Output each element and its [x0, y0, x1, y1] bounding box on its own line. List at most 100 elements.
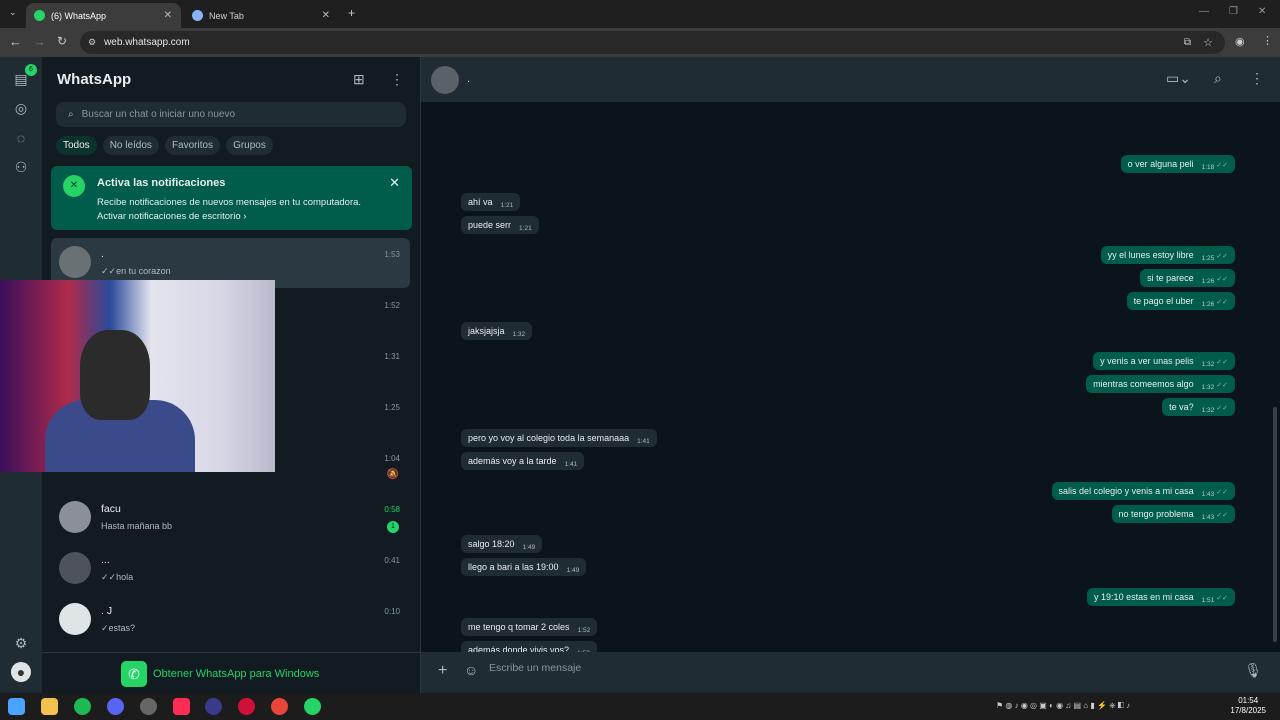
message-text: y 19:10 estas en mi casa	[1094, 592, 1194, 602]
video-call-icon[interactable]: ▭⌄	[1166, 70, 1191, 87]
whatsapp-taskbar-icon[interactable]	[304, 698, 321, 715]
outgoing-message[interactable]: salis del colegio y venis a mi casa 1:43 ✓…	[1051, 482, 1235, 500]
profile-avatar[interactable]: ●	[11, 662, 31, 682]
forward-icon[interactable]: →	[33, 34, 46, 49]
clock[interactable]: 01:54 17/8/2025	[1230, 696, 1266, 716]
minimize-icon[interactable]: —	[1199, 6, 1209, 17]
incoming-message[interactable]: llego a bari a las 19:00 1:49	[461, 558, 587, 576]
outgoing-message[interactable]: o ver alguna peli 1:18 ✓✓	[1120, 155, 1235, 173]
site-info-icon[interactable]: ⚙	[88, 37, 96, 48]
message-text: si te parece	[1147, 273, 1194, 283]
app-icon[interactable]	[107, 698, 124, 715]
outgoing-message[interactable]: te va? 1:32 ✓✓	[1162, 398, 1235, 416]
message-time: 1:18	[1201, 164, 1215, 171]
tab-whatsapp[interactable]: (6) WhatsApp ✕	[26, 3, 181, 28]
chrome-icon[interactable]	[271, 698, 288, 715]
enable-notifications-link[interactable]: Activar notificaciones de escritorio ›	[97, 211, 246, 222]
unread-badge: 6	[25, 64, 37, 76]
outgoing-message[interactable]: no tengo problema 1:43 ✓✓	[1111, 505, 1235, 523]
outgoing-message[interactable]: mientras comeemos algo 1:32 ✓✓	[1086, 375, 1235, 393]
incoming-message[interactable]: jaksjajsja 1:32	[461, 322, 533, 340]
bell-off-icon: ✕	[63, 175, 85, 197]
reload-icon[interactable]: ↻	[57, 34, 67, 48]
close-window-icon[interactable]: ✕	[1258, 6, 1266, 17]
chat-time: 1:53	[384, 250, 400, 259]
bookmark-star-icon[interactable]: ☆	[1203, 36, 1213, 49]
close-banner-icon[interactable]: ✕	[389, 175, 400, 191]
chat-row[interactable]: facu Hasta mañana bb 0:58 1	[51, 493, 410, 543]
message-time: 1:52	[577, 627, 591, 634]
system-tray-icons[interactable]: ⚑ ◍ ♪ ◉ ◎ ▣ ◐ ◉ ♫ ▤ ⌂ ▮ ⚡ ⎈ ◧ ♪	[996, 701, 1130, 711]
incoming-message[interactable]: además voy a la tarde 1:41	[461, 452, 585, 470]
message-time: 1:32	[1201, 361, 1215, 368]
browser-menu-icon[interactable]: ⋮	[1262, 34, 1273, 47]
settings-icon[interactable]: ⚙	[11, 633, 31, 653]
conversation-header[interactable]: . ▭⌄ ⌕ ⋮	[421, 57, 1280, 102]
outgoing-message[interactable]: y venis a ver unas pelis 1:32 ✓✓	[1093, 352, 1235, 370]
incoming-message[interactable]: salgo 18:20 1:49	[461, 535, 543, 553]
file-explorer-icon[interactable]	[41, 698, 58, 715]
channels-icon[interactable]: ◌	[11, 128, 31, 148]
message-input[interactable]: Escribe un mensaje	[489, 662, 581, 674]
outgoing-message[interactable]: te pago el uber 1:26 ✓✓	[1126, 292, 1235, 310]
chat-row[interactable]: ... ✓✓hola 0:41	[51, 544, 410, 594]
opera-gx-icon[interactable]	[238, 698, 255, 715]
back-icon[interactable]: ←	[9, 34, 22, 49]
windows-start-icon[interactable]	[8, 698, 25, 715]
tiktok-icon[interactable]	[173, 698, 190, 715]
scrollbar[interactable]	[1273, 407, 1277, 642]
url-field[interactable]: ⚙ web.whatsapp.com ⧉ ☆	[80, 31, 1225, 54]
status-icon[interactable]: ◎	[11, 98, 31, 118]
message-list: o ver alguna peli 1:18 ✓✓ ahí va 1:21 puede s…	[421, 102, 1280, 690]
new-tab-icon[interactable]: +	[348, 6, 355, 20]
profile-icon[interactable]: ◉	[1235, 35, 1245, 48]
muted-icon: 🔕	[386, 469, 399, 480]
outgoing-message[interactable]: y 19:10 estas en mi casa 1:51 ✓✓	[1087, 588, 1235, 606]
unread-count: 1	[387, 521, 399, 533]
app-icon[interactable]	[205, 698, 222, 715]
message-time: 1:21	[500, 202, 514, 209]
avatar	[59, 552, 91, 584]
spotify-icon[interactable]	[74, 698, 91, 715]
message-text: y venis a ver unas pelis	[1100, 356, 1194, 366]
microphone-icon[interactable]: 🎙	[1244, 662, 1262, 679]
filter-favorites[interactable]: Favoritos	[164, 136, 221, 155]
filter-unread[interactable]: No leídos	[102, 136, 159, 155]
maximize-icon[interactable]: ❐	[1229, 6, 1238, 17]
message-text: jaksjajsja	[468, 326, 505, 336]
close-tab-icon[interactable]: ✕	[164, 10, 172, 21]
chat-time: 0:10	[384, 607, 400, 616]
app-icon[interactable]	[140, 698, 157, 715]
get-app-banner[interactable]: ✆ Obtener WhatsApp para Windows	[42, 652, 420, 694]
webcam-person-head	[80, 330, 150, 420]
tab-new-tab[interactable]: New Tab ✕	[184, 3, 339, 28]
chat-time: 1:31	[384, 352, 400, 361]
search-input[interactable]: ⌕ Buscar un chat o iniciar uno nuevo	[56, 102, 406, 127]
search-icon[interactable]: ⌕	[1214, 70, 1222, 87]
message-text: me tengo q tomar 2 coles	[468, 622, 570, 632]
filter-groups[interactable]: Grupos	[226, 136, 273, 155]
tab-title: (6) WhatsApp	[51, 10, 107, 21]
chat-row[interactable]: . J ✓estas? 0:10	[51, 595, 410, 645]
incoming-message[interactable]: puede serr 1:21	[461, 216, 539, 234]
attach-icon[interactable]: +	[438, 662, 447, 680]
outgoing-message[interactable]: si te parece 1:26 ✓✓	[1140, 269, 1235, 287]
whatsapp-favicon-icon	[34, 10, 45, 21]
contact-avatar[interactable]	[431, 66, 459, 94]
get-app-text: Obtener WhatsApp para Windows	[153, 668, 320, 680]
communities-icon[interactable]: ⚇	[11, 157, 31, 177]
new-chat-icon[interactable]: ⊞	[353, 71, 365, 88]
menu-icon[interactable]: ⋮	[390, 71, 404, 88]
menu-icon[interactable]: ⋮	[1250, 70, 1264, 87]
avatar	[59, 246, 91, 278]
outgoing-message[interactable]: yy el lunes estoy libre 1:25 ✓✓	[1100, 246, 1235, 264]
close-tab-icon[interactable]: ✕	[322, 10, 330, 21]
tab-list-icon[interactable]: ⌄	[9, 7, 17, 18]
filter-all[interactable]: Todos	[56, 136, 97, 155]
message-text: no tengo problema	[1118, 509, 1194, 519]
incoming-message[interactable]: pero yo voy al colegio toda la semanaaa 1…	[461, 429, 657, 447]
incoming-message[interactable]: ahí va 1:21	[461, 193, 521, 211]
emoji-icon[interactable]: ☺	[464, 662, 478, 678]
install-app-icon[interactable]: ⧉	[1184, 37, 1191, 48]
incoming-message[interactable]: me tengo q tomar 2 coles 1:52	[461, 618, 598, 636]
